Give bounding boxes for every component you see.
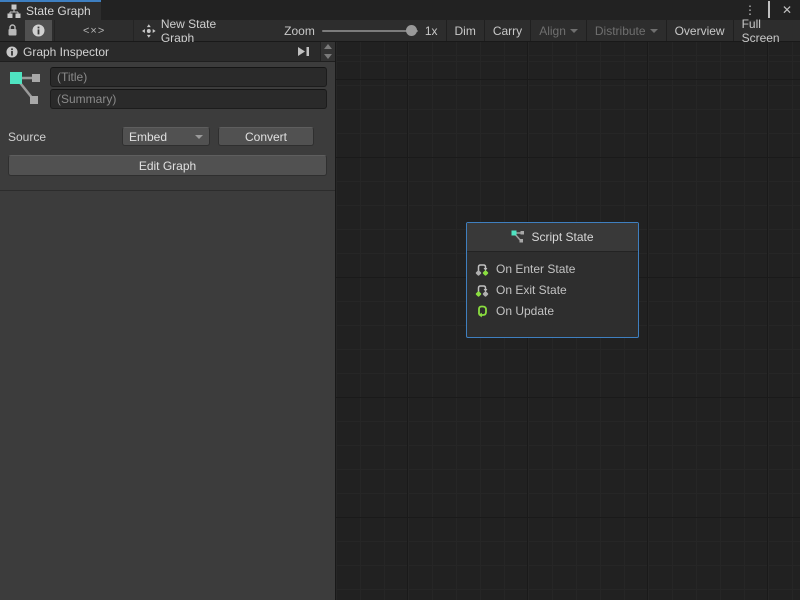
graph-inspector-header: Graph Inspector <box>0 42 335 62</box>
carry-button[interactable]: Carry <box>484 20 530 41</box>
tab-bar: State Graph ⋮ ✕ <box>0 0 800 20</box>
tab-state-graph[interactable]: State Graph <box>0 0 101 20</box>
zoom-slider[interactable] <box>322 30 418 32</box>
script-state-node-header[interactable]: Script State <box>467 223 638 252</box>
node-row-on-update[interactable]: On Update <box>475 300 630 321</box>
zoom-slider-handle[interactable] <box>406 25 417 36</box>
on-exit-state-icon <box>475 283 489 297</box>
zoom-control: Zoom 1x <box>276 20 445 41</box>
toolbar-right-buttons: Dim Carry Align Distribute Overview Full… <box>446 20 800 41</box>
align-button[interactable]: Align <box>530 20 586 41</box>
graph-hierarchy-icon <box>7 4 21 18</box>
node-row-on-enter-state[interactable]: On Enter State <box>475 258 630 279</box>
inspector-toggle-button[interactable] <box>25 20 52 41</box>
node-row-on-exit-state[interactable]: On Exit State <box>475 279 630 300</box>
source-dropdown-value: Embed <box>129 130 167 144</box>
graph-inspector-title: Graph Inspector <box>23 45 109 59</box>
graph-asset-icon <box>9 69 43 107</box>
on-enter-state-icon <box>475 262 489 276</box>
scroll-up-button[interactable] <box>321 42 335 52</box>
info-icon <box>32 24 45 37</box>
code-icon: <×> <box>83 25 105 37</box>
zoom-label: Zoom <box>284 24 315 38</box>
graph-inspector-panel: Graph Inspector <box>0 42 336 600</box>
full-screen-button[interactable]: Full Screen <box>733 20 800 41</box>
node-row-label: On Update <box>496 304 554 318</box>
zoom-value: 1x <box>425 24 438 38</box>
window-menu-icon[interactable]: ⋮ <box>744 4 756 16</box>
lock-button[interactable] <box>0 20 25 41</box>
graph-toolbar: <×> New State Graph Zoom 1x Dim <box>0 20 800 42</box>
lock-icon <box>7 24 18 37</box>
graph-inspector-body: Source Embed Convert Edit Graph <box>0 62 335 600</box>
tab-label: State Graph <box>26 4 91 18</box>
node-title: Script State <box>531 230 593 244</box>
source-label: Source <box>8 130 122 144</box>
graph-canvas[interactable]: Script State On Enter State <box>336 42 800 600</box>
panel-scroll-buttons <box>320 42 335 61</box>
new-state-graph-button[interactable]: New State Graph <box>134 20 258 41</box>
inspector-empty-area <box>0 191 335 600</box>
dock-panel-icon <box>297 46 310 57</box>
new-state-graph-label: New State Graph <box>161 17 250 45</box>
node-row-label: On Enter State <box>496 262 575 276</box>
convert-button[interactable]: Convert <box>218 127 314 146</box>
edit-graph-button[interactable]: Edit Graph <box>8 155 327 176</box>
info-icon <box>6 46 18 58</box>
collapse-panel-button[interactable] <box>291 42 315 61</box>
state-graph-window: State Graph ⋮ ✕ <×> <box>0 0 800 600</box>
scroll-down-button[interactable] <box>321 52 335 62</box>
distribute-button[interactable]: Distribute <box>586 20 666 41</box>
overview-button[interactable]: Overview <box>666 20 733 41</box>
chevron-down-icon <box>195 135 203 139</box>
script-state-node[interactable]: Script State On Enter State <box>466 222 639 338</box>
script-view-button[interactable]: <×> <box>55 20 133 41</box>
dim-button[interactable]: Dim <box>446 20 484 41</box>
graph-title-input[interactable] <box>50 67 327 87</box>
on-update-icon <box>475 304 489 318</box>
close-icon[interactable]: ✕ <box>782 4 792 16</box>
chevron-down-icon <box>650 29 658 33</box>
chevron-down-icon <box>570 29 578 33</box>
maximize-icon[interactable] <box>768 4 770 16</box>
source-dropdown[interactable]: Embed <box>122 127 210 146</box>
node-rows: On Enter State On Exit State <box>467 252 638 327</box>
graph-summary-input[interactable] <box>50 89 327 109</box>
navigate-icon <box>142 24 156 38</box>
graph-node-icon <box>511 230 525 244</box>
node-row-label: On Exit State <box>496 283 567 297</box>
